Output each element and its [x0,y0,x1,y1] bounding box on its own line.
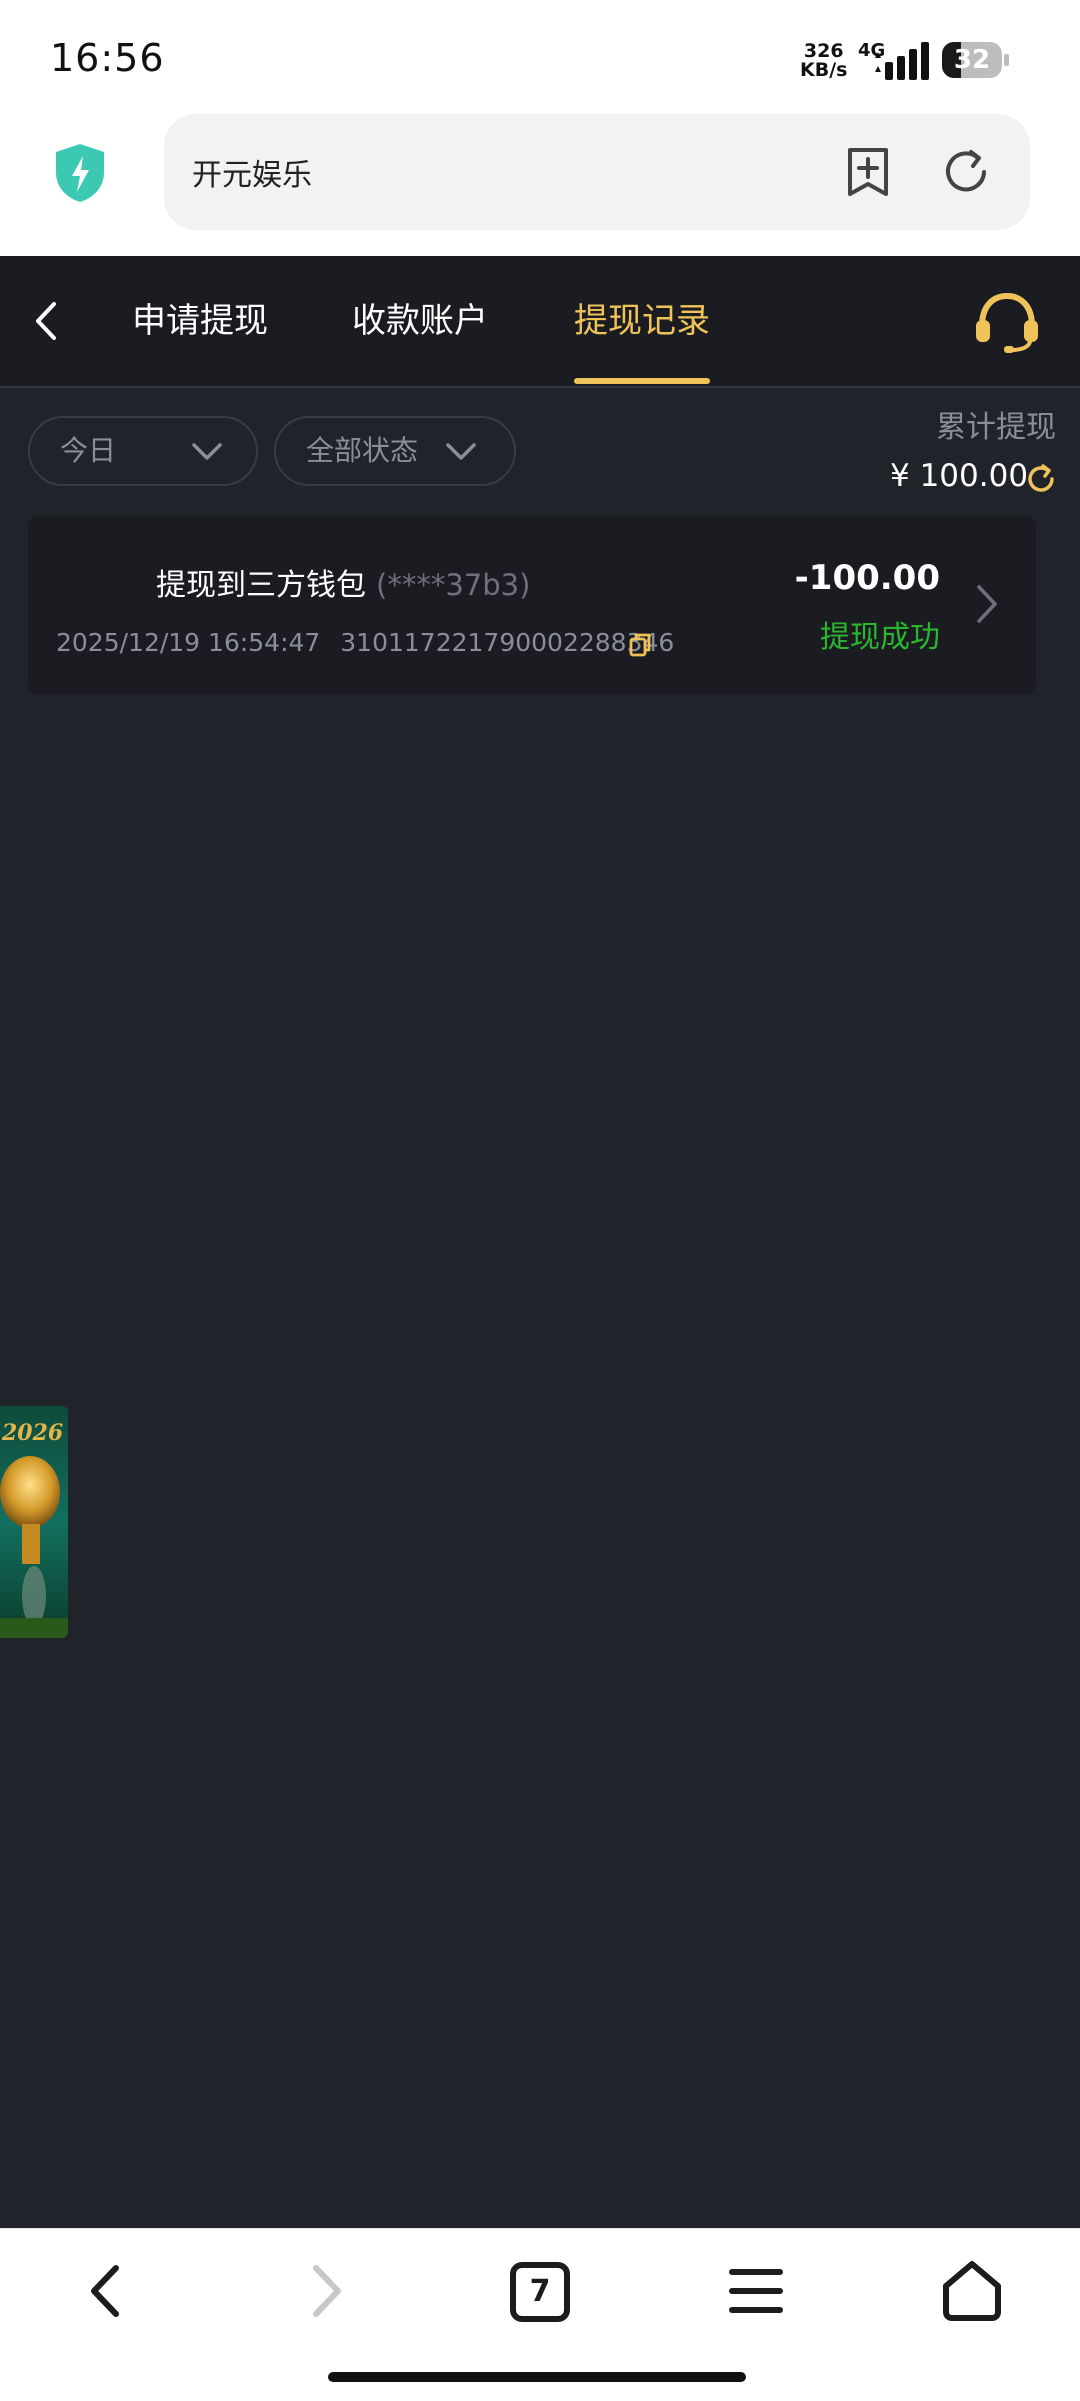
withdraw-record-card[interactable] [28,516,1036,694]
refresh-icon[interactable] [1024,462,1058,496]
browser-forward-icon[interactable] [296,2260,352,2322]
chevron-down-icon [446,443,476,460]
chevron-right-icon[interactable] [974,582,1000,626]
total-withdrawn-value: ¥ 100.00 [890,458,1029,494]
tab-payee-account[interactable]: 收款账户 [352,296,488,346]
network-speed-unit: KB/s [800,59,848,81]
browser-tabs-button[interactable]: 7 [510,2262,570,2322]
tab-withdraw-records[interactable]: 提现记录 [574,296,710,346]
copy-icon[interactable] [628,632,652,658]
network-speed: 326 KB/s [800,42,847,80]
back-arrow-icon[interactable] [28,296,64,346]
promo-year-text: 2026 [1,1420,63,1446]
record-title-text: 提现到三方钱包 [156,568,366,603]
record-account-mask: (****37b3) [376,568,531,602]
add-bookmark-icon[interactable] [844,146,892,198]
date-filter-label: 今日 [60,434,117,467]
battery-icon: 32 [942,42,1010,78]
tab-apply-withdraw[interactable]: 申请提现 [132,296,268,346]
status-filter-label: 全部状态 [306,434,419,467]
chevron-down-icon [192,443,222,460]
address-text[interactable]: 开元娱乐 [192,150,312,194]
record-status: 提现成功 [820,620,940,655]
date-filter-dropdown[interactable]: 今日 [28,416,258,486]
customer-service-headset-icon[interactable] [972,290,1042,354]
status-filter-dropdown[interactable]: 全部状态 [274,416,516,486]
record-amount: -100.00 [794,558,940,598]
browser-back-icon[interactable] [80,2260,136,2322]
browser-home-icon[interactable] [940,2260,1004,2322]
record-meta: 2025/12/19 16:54:47 31011722179000228834… [56,628,674,657]
home-indicator[interactable] [328,2372,746,2382]
battery-level-text: 32 [953,45,991,75]
record-title: 提现到三方钱包 (****37b3) [156,560,530,604]
record-datetime: 2025/12/19 16:54:47 [56,628,321,657]
reload-icon[interactable] [940,146,992,198]
promo-floating-banner[interactable]: 2026 [0,1406,68,1638]
security-shield-icon[interactable] [52,142,108,204]
signal-icon [875,42,929,80]
status-time: 16:56 [50,36,165,80]
active-tab-indicator [574,378,710,384]
record-order-id: 310117221790002288346 [340,628,675,657]
total-withdrawn-label: 累计提现 [936,410,1056,445]
browser-menu-icon[interactable] [728,2260,784,2322]
